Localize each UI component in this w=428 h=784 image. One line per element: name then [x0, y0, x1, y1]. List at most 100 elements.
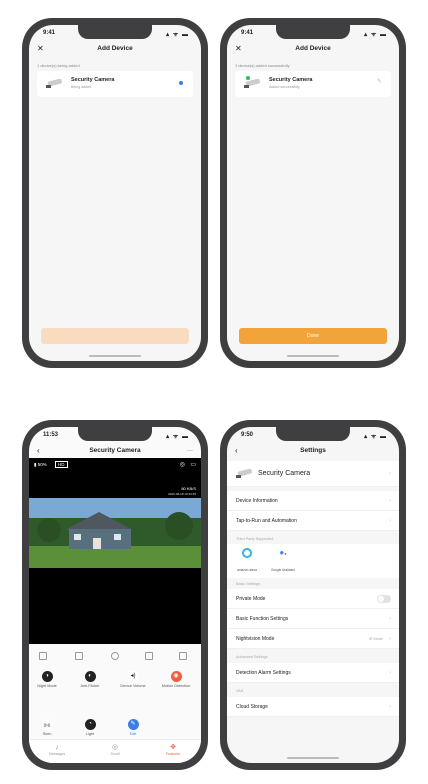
close-icon[interactable]: ✕ — [235, 41, 242, 57]
anti-flicker-icon: ◐ — [84, 671, 96, 682]
row-cloud-storage[interactable]: Cloud Storage › — [227, 697, 399, 717]
screen: 11:53 ▴ ᯤ ▬ ‹ Security Camera ··· ▮ 50% … — [29, 427, 201, 763]
adding-note: 1 device(s) being added — [37, 63, 80, 68]
device-row[interactable]: Security Camera Being added — [37, 71, 193, 97]
tab-messages-label: Messages — [48, 752, 66, 756]
camera-icon — [46, 79, 63, 88]
chevron-right-icon: › — [389, 670, 391, 676]
row-label: Nightvision Mode — [236, 636, 275, 642]
device-header-row[interactable]: Security Camera › — [227, 461, 399, 487]
device-name: Security Camera — [258, 470, 311, 477]
device-status: Added successfully — [269, 85, 300, 89]
row-detection-alarm[interactable]: Detection Alarm Settings › — [227, 663, 399, 683]
device-name: Security Camera — [269, 77, 313, 83]
camera-icon — [244, 79, 261, 88]
bitrate: 80 KB/S — [181, 486, 196, 491]
edit-icon[interactable]: ✎ — [377, 78, 382, 85]
done-button-disabled[interactable] — [41, 328, 189, 344]
chevron-right-icon: › — [389, 616, 391, 622]
camera-icon — [236, 469, 253, 478]
row-tap-to-run[interactable]: Tap-to-Run and Automation › — [227, 511, 399, 531]
nav-bar: ‹ Settings — [227, 443, 399, 459]
google-assistant-icon: ●● — [279, 548, 287, 557]
siren-button[interactable]: ((•)) Siren — [32, 719, 62, 736]
chevron-right-icon: › — [389, 471, 391, 477]
back-icon[interactable]: ‹ — [37, 443, 40, 459]
anti-flicker-button[interactable]: ◐ Anti-Flicker — [75, 671, 105, 688]
section-advanced: Advanced Settings — [236, 655, 268, 659]
section-third-party: Third Party Supported — [236, 537, 274, 541]
google-assistant-label: Google Assistant — [271, 568, 295, 572]
night-mode-button[interactable]: ◑ Night Mode — [32, 671, 62, 688]
page-title: Security Camera — [89, 447, 141, 454]
playback-icon[interactable] — [145, 652, 153, 660]
phone-add-device-progress: 9:41 ▴ ᯤ ▬ ✕ Add Device 1 device(s) bein… — [22, 18, 208, 368]
row-label: Device Information — [236, 498, 278, 504]
night-mode-label: Night Mode — [37, 684, 57, 688]
screen: 9:41 ▴ ᯤ ▬ ✕ Add Device 1 device(s) adde… — [227, 25, 399, 361]
scroll-icon: ◎ — [111, 744, 119, 751]
features-icon: ✥ — [170, 744, 176, 751]
volume-icon: ◂) — [127, 671, 139, 682]
bottom-tab-bar: ♪ Messages ◎ Scroll ✥ Features — [29, 739, 201, 763]
record-icon[interactable] — [75, 652, 83, 660]
row-nightvision[interactable]: Nightvision Mode IR Mode › — [227, 629, 399, 649]
screenshot-icon[interactable] — [39, 652, 47, 660]
motion-detection-icon: ◉ — [170, 671, 182, 682]
fullscreen-icon[interactable]: ▭ — [190, 461, 196, 468]
video-area[interactable]: ▮ 50% HD ◎ ▭ 80 KB/S 2020-06-18 10:23:45 — [29, 458, 201, 644]
screen: 9:41 ▴ ᯤ ▬ ✕ Add Device 1 device(s) bein… — [29, 25, 201, 361]
phone-add-device-done: 9:41 ▴ ᯤ ▬ ✕ Add Device 1 device(s) adde… — [220, 18, 406, 368]
status-time: 9:41 — [241, 30, 254, 36]
alexa-item[interactable]: amazon alexa — [235, 548, 259, 576]
night-mode-icon: ◑ — [41, 671, 53, 682]
notch — [276, 427, 350, 441]
home-indicator — [287, 757, 339, 759]
status-time: 9:50 — [241, 432, 254, 438]
page-title: Add Device — [97, 45, 133, 52]
home-indicator — [287, 355, 339, 357]
tab-features-label: Features — [165, 752, 181, 756]
siren-icon: ((•)) — [41, 719, 53, 730]
nightvision-value: IR Mode — [368, 637, 383, 641]
menu-icon[interactable] — [179, 652, 187, 660]
chevron-right-icon: › — [389, 636, 391, 642]
light-label: Light — [85, 732, 95, 736]
motion-detection-button[interactable]: ◉ Motion Detection — [161, 671, 191, 688]
status-time: 11:53 — [43, 432, 59, 438]
tab-features[interactable]: ✥ Features — [153, 743, 193, 756]
alexa-label: amazon alexa — [237, 568, 257, 572]
mic-icon[interactable] — [111, 652, 119, 660]
done-button[interactable]: Done — [239, 328, 387, 344]
section-basic: Basic Settings — [236, 582, 261, 586]
private-mode-toggle[interactable] — [377, 595, 391, 603]
row-device-information[interactable]: Device Information › — [227, 491, 399, 511]
status-time: 9:41 — [43, 30, 56, 36]
tab-scroll[interactable]: ◎ Scroll — [95, 743, 135, 756]
edit-icon: ✎ — [127, 719, 139, 730]
device-volume-button[interactable]: ◂) Device Volume — [118, 671, 148, 688]
tab-scroll-label: Scroll — [110, 752, 120, 756]
assistants-panel: amazon alexa ●● Google Assistant — [227, 544, 399, 578]
more-icon[interactable]: ··· — [187, 443, 193, 459]
device-row[interactable]: Security Camera Added successfully ✎ — [235, 71, 391, 97]
notch — [78, 25, 152, 39]
anti-flicker-label: Anti-Flicker — [80, 684, 100, 688]
control-bar — [29, 647, 201, 665]
row-label: Basic Function Settings — [236, 616, 289, 622]
quality-badge[interactable]: HD — [55, 461, 68, 468]
light-button[interactable]: ◔ Light — [75, 719, 105, 736]
signal-icon: ▴ ᯤ ▬ — [166, 434, 189, 440]
nav-bar: ✕ Add Device — [29, 41, 201, 57]
close-icon[interactable]: ✕ — [37, 41, 44, 57]
row-basic-function[interactable]: Basic Function Settings › — [227, 609, 399, 629]
messages-icon: ♪ — [55, 744, 59, 751]
tab-messages[interactable]: ♪ Messages — [37, 744, 77, 756]
back-icon[interactable]: ‹ — [235, 443, 238, 459]
google-assistant-item[interactable]: ●● Google Assistant — [269, 548, 297, 576]
row-label: Tap-to-Run and Automation — [236, 518, 297, 524]
siren-label: Siren — [42, 732, 52, 736]
snapshot-icon[interactable]: ◎ — [180, 461, 185, 468]
edit-button[interactable]: ✎ Edit — [118, 719, 148, 736]
chevron-right-icon: › — [389, 518, 391, 524]
